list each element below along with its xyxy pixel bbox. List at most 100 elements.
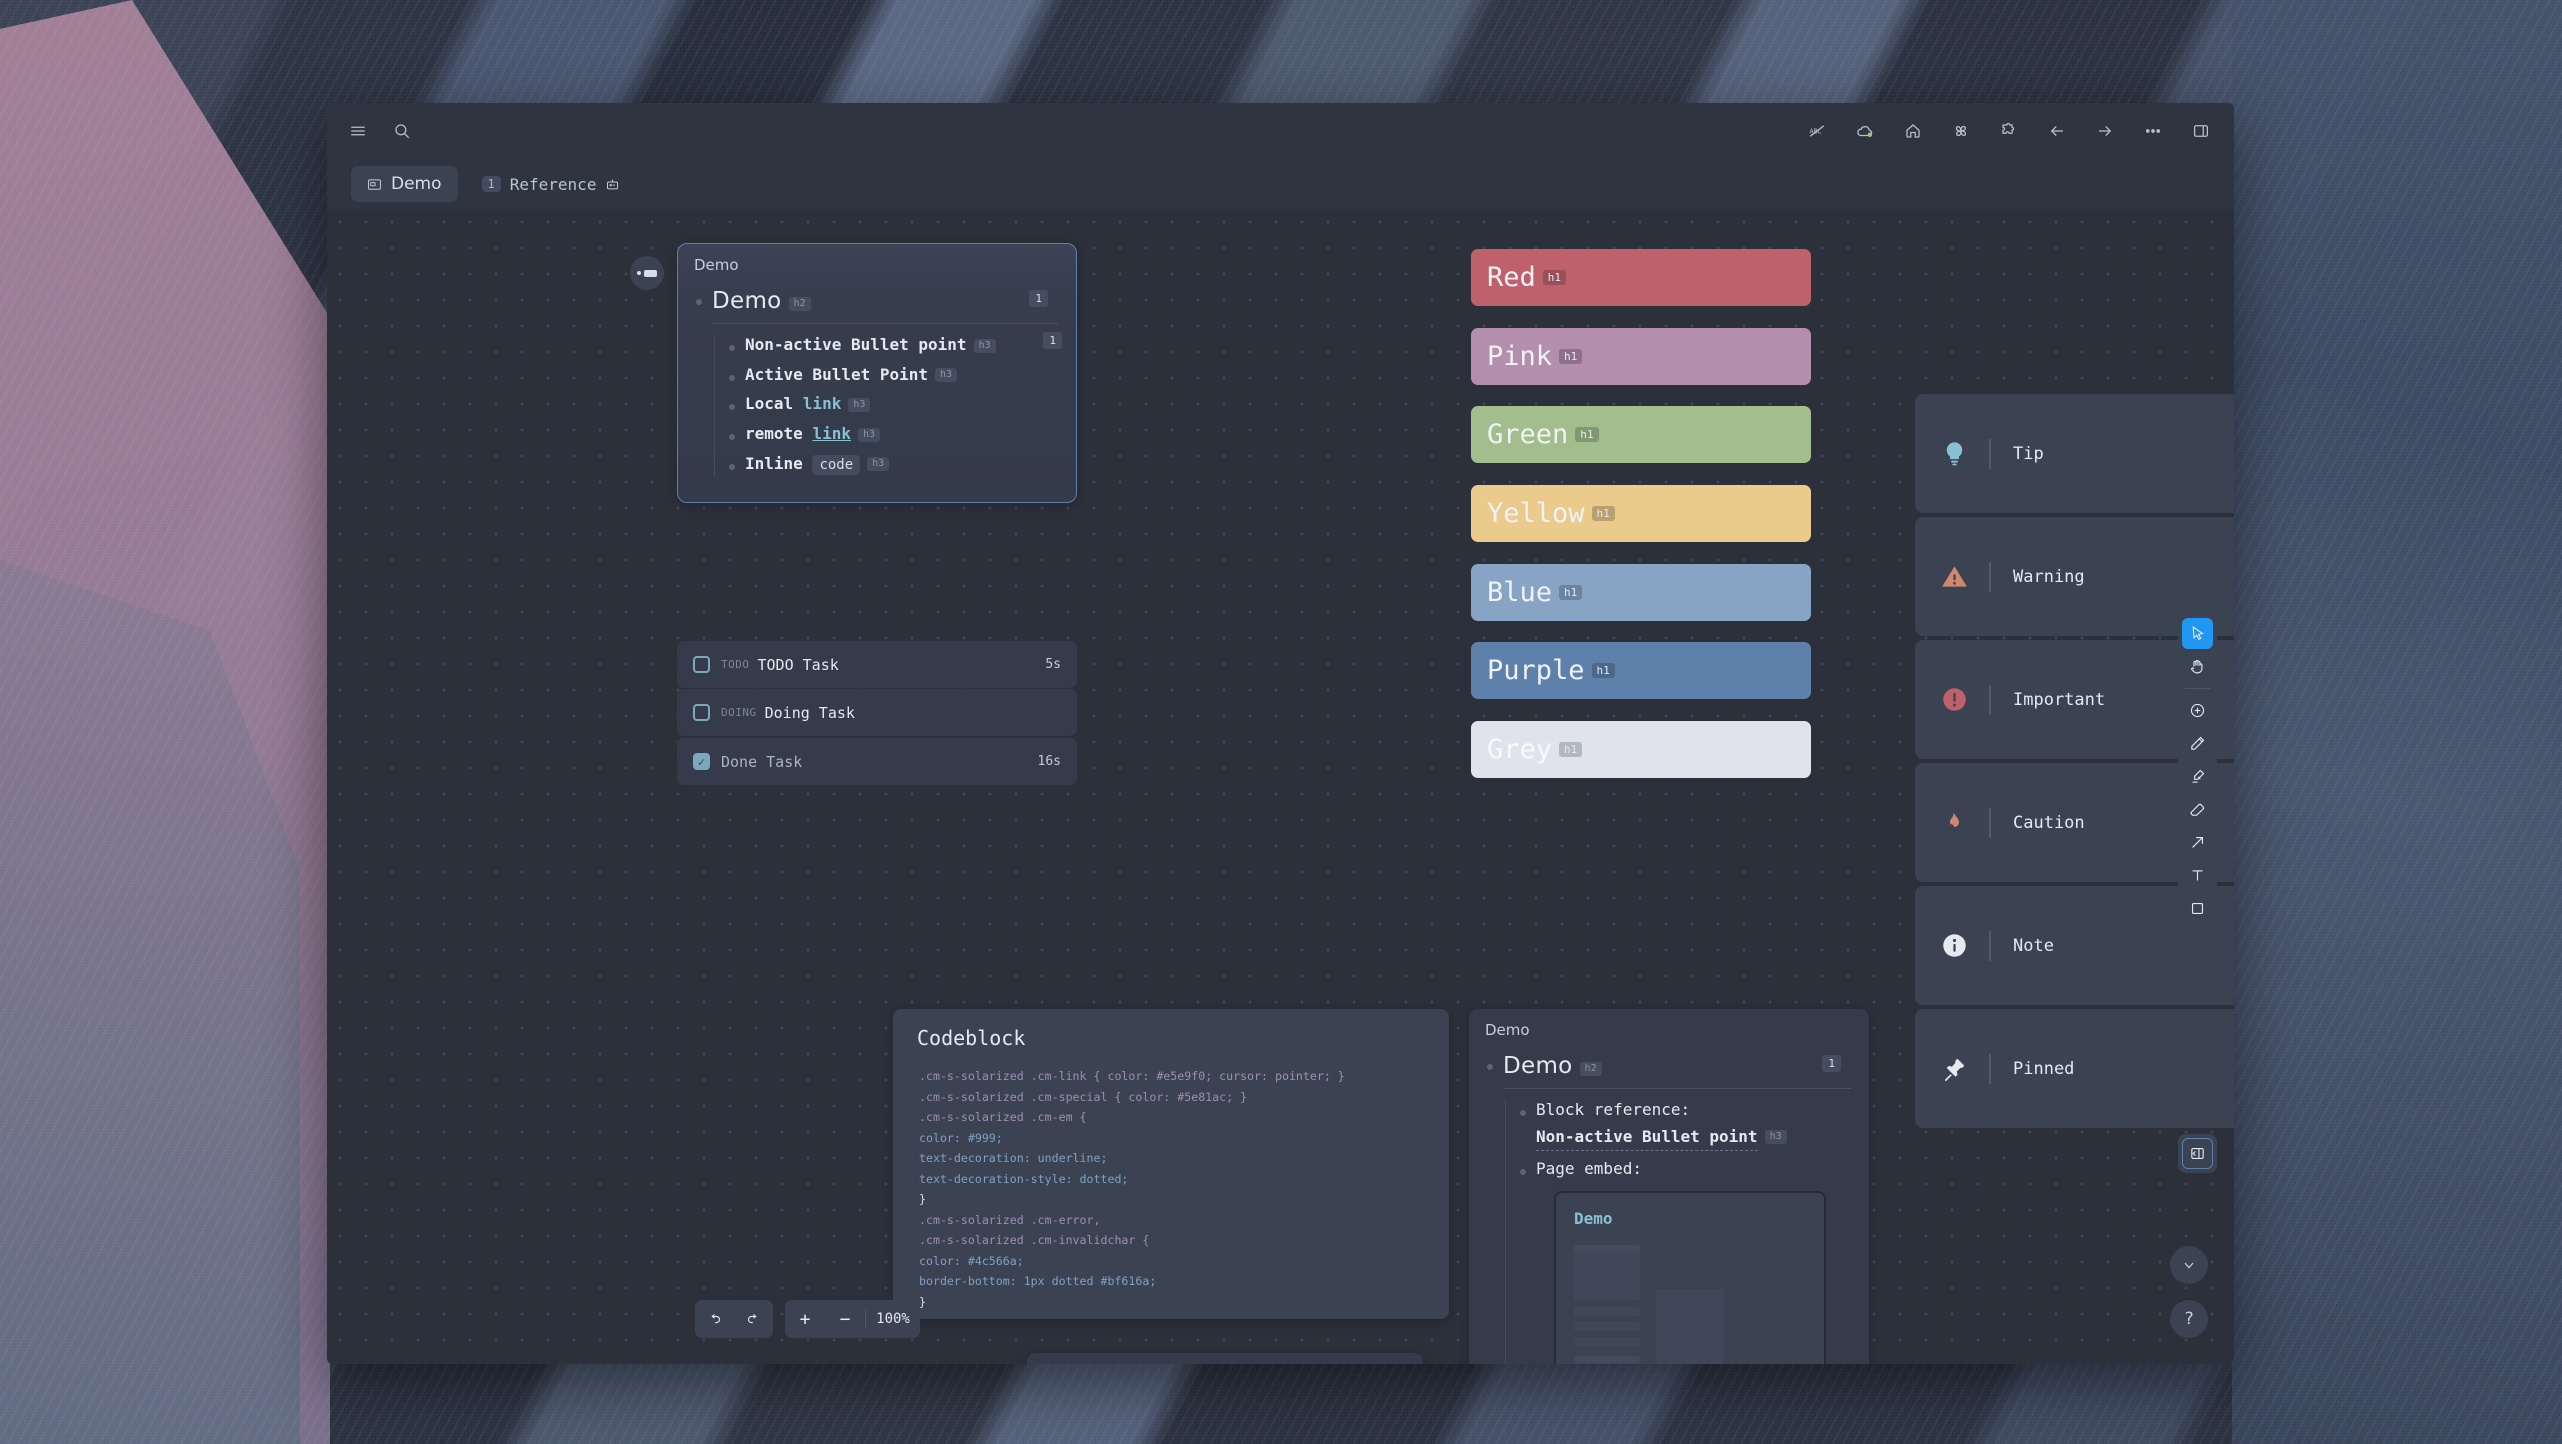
task-checkbox[interactable]	[693, 704, 710, 721]
undo-redo-group	[695, 1300, 773, 1338]
undo-icon[interactable]	[707, 1312, 722, 1327]
spellcheck-off-icon[interactable]: ABC	[1806, 120, 1828, 142]
list-item[interactable]: Active Bullet Point h3	[729, 364, 1058, 387]
color-block-grey[interactable]: Grey h1	[1471, 721, 1811, 778]
list-item[interactable]: Local link h3	[729, 393, 1058, 416]
add-tool[interactable]	[2182, 695, 2213, 726]
list-item[interactable]: Page embed: Demo	[1520, 1158, 1851, 1364]
handle-bar	[644, 269, 657, 277]
embed-skeleton-bar	[1574, 1322, 1640, 1332]
demo-card-title: Demo	[694, 256, 739, 274]
list-item[interactable]: Block reference: Non-active Bullet point…	[1520, 1099, 1851, 1152]
demo-reference-card[interactable]: Demo Demo h2 1 Block reference: Non-acti…	[1469, 1009, 1869, 1364]
app-window: ABC Demo 1 Reference Demo Demo h2 1 Non-…	[327, 103, 2234, 1364]
color-block-red[interactable]: Red h1	[1471, 249, 1811, 306]
callout-tip[interactable]: Tip	[1915, 394, 2234, 513]
eraser-tool[interactable]	[2182, 794, 2213, 825]
demo-heading-node[interactable]: Demo h2 1	[696, 288, 1058, 314]
list-item[interactable]: Non-active Bullet point h3 1	[729, 332, 1062, 357]
text-tool[interactable]	[2182, 860, 2213, 891]
list-item[interactable]: remote link h3	[729, 423, 1058, 446]
portal-tool[interactable]	[2182, 1138, 2213, 1169]
toolbar-divider	[2185, 688, 2210, 689]
bullet-text: remote	[745, 424, 813, 444]
pushpin-icon	[1937, 1055, 1971, 1082]
code-line: .cm-s-solarized .cm-special { color: #5e…	[919, 1089, 1248, 1104]
hand-tool[interactable]	[2182, 651, 2213, 682]
callout-label: Important	[2013, 689, 2106, 710]
color-block-pink[interactable]: Pink h1	[1471, 328, 1811, 385]
callout-label: Caution	[2013, 812, 2085, 833]
highlighter-tool[interactable]	[2182, 761, 2213, 792]
callout-label: Pinned	[2013, 1058, 2075, 1079]
bullet-dot	[696, 299, 702, 305]
task-checkbox[interactable]	[693, 753, 710, 770]
whiteboard-canvas[interactable]: Demo Demo h2 1 Non-active Bullet point h3	[327, 209, 2234, 1364]
codeblock-content[interactable]: .cm-s-solarized .cm-link { color: #e5e9f…	[893, 1050, 1449, 1312]
color-block-blue[interactable]: Blue h1	[1471, 564, 1811, 621]
pinwheel-icon[interactable]	[1950, 120, 1972, 142]
tag-properties-card[interactable]: #tagh1 ⠿ type ● demo ⓘ description ● Nor…	[1027, 1353, 1423, 1364]
task-label: TODO Task	[757, 655, 839, 674]
demo-heading-node[interactable]: Demo h2 1	[1487, 1053, 1851, 1079]
cloud-sync-icon[interactable]	[1854, 120, 1876, 142]
local-link[interactable]: link	[803, 394, 842, 413]
demo-card2-title: Demo	[1485, 1021, 1530, 1039]
remote-link[interactable]: link	[812, 424, 851, 443]
portal-handle-icon[interactable]	[630, 256, 664, 290]
tab-reference[interactable]: 1 Reference	[466, 166, 637, 202]
zoom-level[interactable]: 100%	[866, 1311, 920, 1327]
code-line: .cm-s-solarized .cm-error,	[919, 1212, 1101, 1227]
demo-heading-count: 1	[1029, 290, 1048, 307]
task-checkbox[interactable]	[693, 656, 710, 673]
codeblock-card[interactable]: Codeblock .cm-s-solarized .cm-link { col…	[893, 1009, 1449, 1319]
task-label: Doing Task	[764, 703, 855, 722]
redo-icon[interactable]	[746, 1312, 761, 1327]
hamburger-menu-icon[interactable]	[347, 120, 369, 142]
home-icon[interactable]	[1902, 120, 1924, 142]
select-tool[interactable]	[2182, 618, 2213, 649]
color-block-green[interactable]: Green h1	[1471, 406, 1811, 463]
color-block-tag: h1	[1591, 663, 1615, 678]
demo-document-card[interactable]: Demo Demo h2 1 Non-active Bullet point h3	[677, 243, 1077, 503]
shape-tool[interactable]	[2182, 893, 2213, 924]
search-icon[interactable]	[391, 120, 413, 142]
bullet-dot	[729, 463, 735, 470]
bullet-tag: h3	[935, 368, 958, 383]
list-item[interactable]: Inline code h3	[729, 453, 1058, 476]
task-row-todo[interactable]: TODO TODO Task 5s	[677, 641, 1077, 688]
bullet-dot	[729, 345, 735, 351]
pen-tool[interactable]	[2182, 728, 2213, 759]
ellipsis-icon[interactable]	[2142, 120, 2164, 142]
task-row-doing[interactable]: DOING Doing Task	[677, 689, 1077, 736]
block-reference-text[interactable]: Non-active Bullet point	[1536, 1126, 1758, 1152]
bullet-dot	[1487, 1064, 1493, 1070]
collapse-button[interactable]	[2170, 1246, 2208, 1284]
demo-heading-count: 1	[1822, 1055, 1841, 1072]
right-sidebar-icon[interactable]	[2190, 120, 2212, 142]
zoom-in-button[interactable]: +	[785, 1309, 825, 1330]
color-block-tag: h1	[1591, 506, 1615, 521]
page-embed-preview[interactable]: Demo	[1554, 1191, 1826, 1364]
arrow-right-icon[interactable]	[2094, 120, 2116, 142]
tab-demo[interactable]: Demo	[351, 166, 458, 202]
task-keyword: DOING	[721, 706, 757, 719]
bullet-dot	[1520, 1169, 1526, 1176]
important-circle-icon	[1937, 686, 1971, 713]
help-button[interactable]: ?	[2170, 1300, 2208, 1338]
demo-heading-text: Demo	[1503, 1053, 1573, 1079]
zoom-out-button[interactable]: −	[825, 1309, 865, 1330]
task-row-done[interactable]: Done Task 16s	[677, 738, 1077, 785]
color-block-yellow[interactable]: Yellow h1	[1471, 485, 1811, 542]
demo-children-list: Non-active Bullet point h3 1 Active Bulle…	[714, 332, 1062, 476]
color-block-label: Red	[1487, 262, 1536, 293]
callout-pinned[interactable]: Pinned	[1915, 1009, 2234, 1128]
puzzle-icon[interactable]	[1998, 120, 2020, 142]
arrow-left-icon[interactable]	[2046, 120, 2068, 142]
arrow-tool[interactable]	[2182, 827, 2213, 858]
bullet-dot	[729, 434, 735, 441]
demo-heading-tag: h2	[788, 296, 811, 311]
color-block-purple[interactable]: Purple h1	[1471, 642, 1811, 699]
code-line: .cm-s-solarized .cm-em {	[919, 1110, 1087, 1125]
code-line: .cm-s-solarized .cm-invalidchar {	[919, 1233, 1150, 1248]
